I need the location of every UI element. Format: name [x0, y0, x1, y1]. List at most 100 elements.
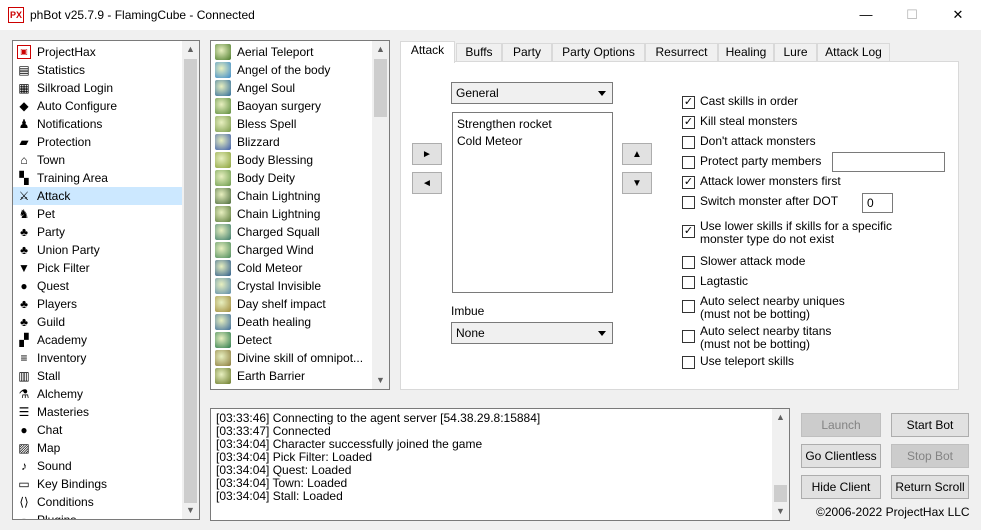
- skill-list-item[interactable]: Chain Lightning: [211, 187, 371, 205]
- skill-list-item[interactable]: Day shelf impact: [211, 295, 371, 313]
- scroll-thumb[interactable]: [374, 59, 387, 117]
- imbue-select[interactable]: None: [451, 322, 613, 344]
- sidebar-item-pick-filter[interactable]: ▼ Pick Filter: [13, 259, 183, 277]
- sidebar-item-key-bindings[interactable]: ▭ Key Bindings: [13, 475, 183, 493]
- tab-attack-log[interactable]: Attack Log: [817, 43, 890, 62]
- selected-skill-item[interactable]: Cold Meteor: [457, 133, 608, 150]
- maximize-button[interactable]: ☐: [889, 0, 935, 30]
- skill-list-scrollbar[interactable]: ▲ ▼: [372, 41, 389, 389]
- tab-party-options[interactable]: Party Options: [552, 43, 645, 62]
- skill-list-item[interactable]: Body Blessing: [211, 151, 371, 169]
- skill-list-item[interactable]: Death healing: [211, 313, 371, 331]
- skill-list-item[interactable]: Angel Soul: [211, 79, 371, 97]
- checkbox-icon[interactable]: [682, 196, 695, 209]
- sidebar-item-stall[interactable]: ▥ Stall: [13, 367, 183, 385]
- skill-list-item[interactable]: Aerial Teleport: [211, 43, 371, 61]
- launch-button[interactable]: Launch: [801, 413, 881, 437]
- skill-list-item[interactable]: Angel of the body: [211, 61, 371, 79]
- checkbox-icon[interactable]: [682, 256, 695, 269]
- checkbox-icon[interactable]: [682, 276, 695, 289]
- skill-list-item[interactable]: Chain Lightning: [211, 205, 371, 223]
- sidebar-scrollbar[interactable]: ▲ ▼: [182, 41, 199, 519]
- skill-list-item[interactable]: Bless Spell: [211, 115, 371, 133]
- selected-skill-item[interactable]: Strengthen rocket: [457, 116, 608, 133]
- start-bot-button[interactable]: Start Bot: [891, 413, 969, 437]
- tab-attack[interactable]: Attack: [400, 41, 455, 63]
- tab-resurrect[interactable]: Resurrect: [645, 43, 718, 62]
- sidebar-item-pet[interactable]: ♞ Pet: [13, 205, 183, 223]
- tab-healing[interactable]: Healing: [718, 43, 774, 62]
- stop-bot-button[interactable]: Stop Bot: [891, 444, 969, 468]
- sidebar-item-quest[interactable]: ● Quest: [13, 277, 183, 295]
- skill-list-item[interactable]: Charged Squall: [211, 223, 371, 241]
- skill-group-select[interactable]: General: [451, 82, 613, 104]
- return-scroll-button[interactable]: Return Scroll: [891, 475, 969, 499]
- skill-list-item[interactable]: Body Deity: [211, 169, 371, 187]
- sidebar-item-alchemy[interactable]: ⚗ Alchemy: [13, 385, 183, 403]
- scroll-thumb[interactable]: [184, 59, 197, 503]
- sidebar-item-chat[interactable]: ● Chat: [13, 421, 183, 439]
- skill-icon: [215, 278, 231, 294]
- skill-list-item[interactable]: Blizzard: [211, 133, 371, 151]
- scroll-up-icon[interactable]: ▲: [182, 41, 199, 58]
- close-button[interactable]: ✕: [935, 0, 981, 30]
- sidebar-item-projecthax[interactable]: ▣ ProjectHax: [13, 43, 183, 61]
- go-clientless-button[interactable]: Go Clientless: [801, 444, 881, 468]
- tab-buffs[interactable]: Buffs: [456, 43, 502, 62]
- checkmark-icon[interactable]: ✓: [682, 116, 695, 129]
- skill-list-item[interactable]: Detect: [211, 331, 371, 349]
- scroll-down-icon[interactable]: ▼: [182, 502, 199, 519]
- sidebar-item-party[interactable]: ♣ Party: [13, 223, 183, 241]
- log-scrollbar[interactable]: ▲ ▼: [772, 409, 789, 520]
- skill-list-item[interactable]: Charged Wind: [211, 241, 371, 259]
- checkbox-icon[interactable]: [682, 136, 695, 149]
- skill-list-item[interactable]: Crystal Invisible: [211, 277, 371, 295]
- sidebar-item-silkroad-login[interactable]: ▦ Silkroad Login: [13, 79, 183, 97]
- sidebar-item-players[interactable]: ♣ Players: [13, 295, 183, 313]
- checkbox-icon[interactable]: [682, 156, 695, 169]
- sidebar-item-map[interactable]: ▨ Map: [13, 439, 183, 457]
- sidebar-item-notifications[interactable]: ♟ Notifications: [13, 115, 183, 133]
- sidebar-item-sound[interactable]: ♪ Sound: [13, 457, 183, 475]
- sidebar-item-union-party[interactable]: ♣ Union Party: [13, 241, 183, 259]
- skill-icon: [215, 44, 231, 60]
- sidebar-item-academy[interactable]: ▞ Academy: [13, 331, 183, 349]
- checkbox-icon[interactable]: [682, 300, 695, 313]
- minimize-button[interactable]: —: [843, 0, 889, 30]
- checkbox-icon[interactable]: [682, 356, 695, 369]
- sidebar-item-guild[interactable]: ♣ Guild: [13, 313, 183, 331]
- sidebar-item-protection[interactable]: ▰ Protection: [13, 133, 183, 151]
- scroll-up-icon[interactable]: ▲: [372, 41, 389, 58]
- skill-list-item[interactable]: Baoyan surgery: [211, 97, 371, 115]
- skill-list-item[interactable]: Cold Meteor: [211, 259, 371, 277]
- sidebar-item-inventory[interactable]: ≡ Inventory: [13, 349, 183, 367]
- sidebar-item-statistics[interactable]: ▤ Statistics: [13, 61, 183, 79]
- checkmark-icon[interactable]: ✓: [682, 96, 695, 109]
- scroll-down-icon[interactable]: ▼: [372, 372, 389, 389]
- sidebar-item-auto-configure[interactable]: ◆ Auto Configure: [13, 97, 183, 115]
- skill-list-item[interactable]: Earth Barrier: [211, 367, 371, 385]
- scroll-thumb[interactable]: [774, 485, 787, 502]
- protect-party-field[interactable]: [832, 152, 945, 172]
- sidebar-item-town[interactable]: ⌂ Town: [13, 151, 183, 169]
- sidebar-item-attack[interactable]: ⚔ Attack: [13, 187, 183, 205]
- sidebar-item-plugins[interactable]: ▪ Plugins: [13, 511, 183, 519]
- checkmark-icon[interactable]: ✓: [682, 176, 695, 189]
- sidebar-item-masteries[interactable]: ☰ Masteries: [13, 403, 183, 421]
- scroll-down-icon[interactable]: ▼: [772, 503, 789, 520]
- dot-count-field[interactable]: 0: [862, 193, 893, 213]
- add-skill-button[interactable]: ►: [412, 143, 442, 165]
- sidebar-item-training-area[interactable]: ▚ Training Area: [13, 169, 183, 187]
- scroll-up-icon[interactable]: ▲: [772, 409, 789, 426]
- checkmark-icon[interactable]: ✓: [682, 225, 695, 238]
- selected-skills-list[interactable]: Strengthen rocket Cold Meteor: [452, 112, 613, 293]
- sidebar-item-conditions[interactable]: ⟨⟩ Conditions: [13, 493, 183, 511]
- tab-lure[interactable]: Lure: [774, 43, 817, 62]
- checkbox-icon[interactable]: [682, 330, 695, 343]
- hide-client-button[interactable]: Hide Client: [801, 475, 881, 499]
- tab-party[interactable]: Party: [502, 43, 552, 62]
- remove-skill-button[interactable]: ◄: [412, 172, 442, 194]
- move-up-button[interactable]: ▲: [622, 143, 652, 165]
- move-down-button[interactable]: ▼: [622, 172, 652, 194]
- skill-list-item[interactable]: Divine skill of omnipot...: [211, 349, 371, 367]
